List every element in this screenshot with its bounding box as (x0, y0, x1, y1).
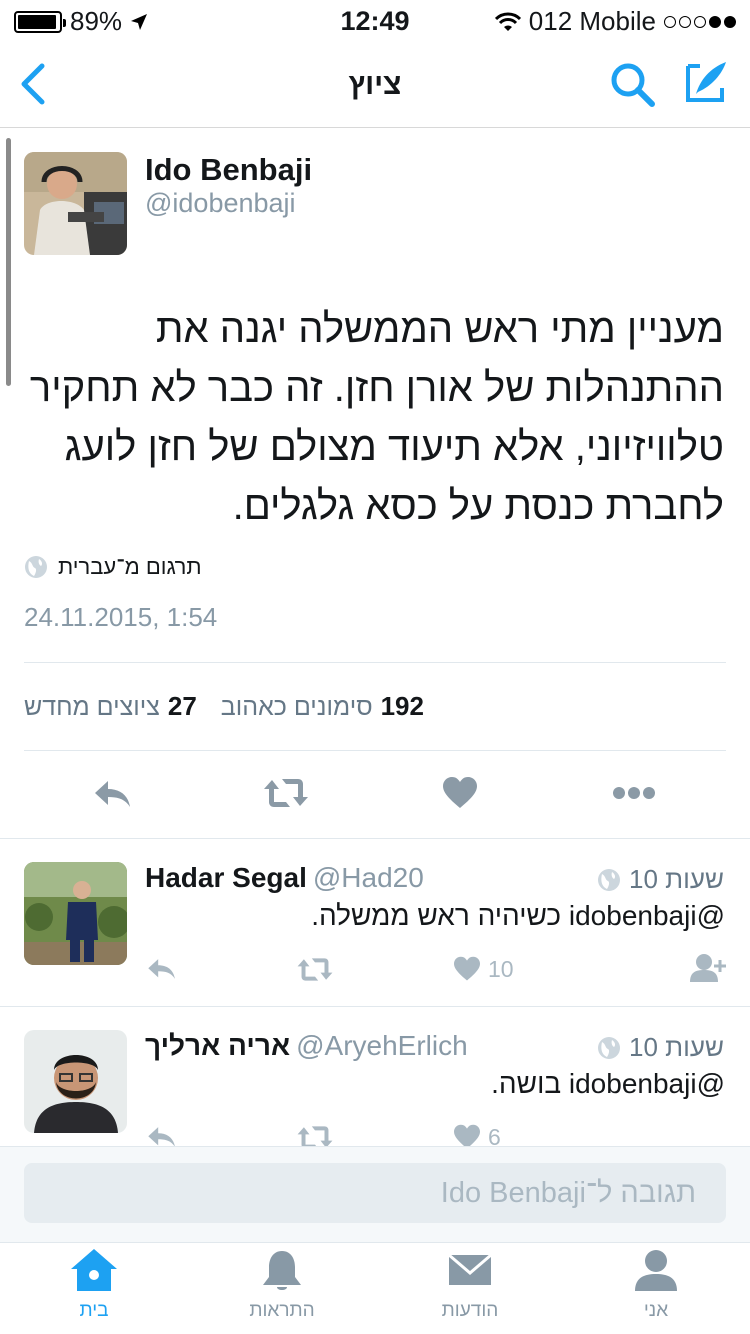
bell-icon (263, 1251, 301, 1290)
compose-tweet-icon[interactable] (682, 58, 730, 106)
scroll-indicator (6, 138, 11, 386)
reply-avatar[interactable] (24, 862, 127, 965)
wifi-icon (494, 12, 521, 31)
tweet-stats: 192 סימונים כאהוב 27 ציוצים מחדש (24, 691, 724, 722)
reply-body: בושה. (491, 1068, 562, 1099)
globe-icon (598, 868, 620, 891)
tab-messages-label: הודעות (441, 1300, 499, 1321)
reply-time: 10 שעות (597, 864, 724, 895)
tab-home[interactable]: בית (34, 1247, 154, 1322)
divider (0, 1006, 750, 1007)
likes-label[interactable]: סימונים כאהוב (221, 693, 373, 722)
likes-count[interactable]: 192 (381, 691, 424, 722)
like-heart-icon[interactable] (453, 956, 481, 982)
reply-avatar[interactable] (24, 1030, 127, 1133)
reply-text: @idobenbaji בושה. (145, 1068, 725, 1100)
tab-messages[interactable]: הודעות (410, 1247, 530, 1322)
reply-body: כשיהיה ראש ממשלה. (311, 900, 562, 931)
follow-user-icon[interactable] (688, 952, 726, 984)
nav-bar: ציוץ (0, 40, 750, 128)
status-bar: 89% 12:49 012 Mobile (0, 0, 750, 40)
tab-home-label: בית (79, 1300, 109, 1321)
globe-icon (25, 556, 47, 578)
divider (24, 750, 726, 751)
avatar[interactable] (24, 152, 127, 255)
reply-author-handle[interactable]: @AryehErlich (296, 1030, 468, 1061)
translate-link[interactable]: תרגום מ־עברית (24, 554, 202, 580)
retweets-count[interactable]: 27 (168, 691, 197, 722)
divider (24, 662, 726, 663)
reply-header: אריה ארליך @AryehErlich (145, 1030, 468, 1062)
person-icon (635, 1250, 677, 1291)
reply-header: Hadar Segal @Had20 (145, 862, 424, 894)
home-icon (71, 1249, 117, 1291)
tab-me-label: אני (643, 1300, 669, 1321)
tab-notifications[interactable]: התראות (222, 1247, 342, 1322)
reply-time-label: 10 שעות (629, 1032, 724, 1062)
mention-link[interactable]: @idobenbaji (569, 1068, 725, 1099)
retweet-icon[interactable] (262, 776, 310, 810)
reply-time-label: 10 שעות (629, 864, 724, 894)
tweet-text: מעניין מתי ראש הממשלה יגנה את ההתנהלות ש… (29, 307, 724, 528)
like-heart-icon[interactable] (442, 776, 478, 810)
reply-icon[interactable] (146, 956, 178, 982)
tab-me[interactable]: אני (596, 1247, 716, 1322)
divider (0, 838, 750, 839)
reply-input[interactable]: תגובה ל־Ido Benbaji (24, 1163, 726, 1223)
translate-label: תרגום מ־עברית (58, 554, 202, 579)
status-right: 012 Mobile (494, 6, 736, 37)
search-icon[interactable] (608, 60, 656, 108)
tab-notifications-label: התראות (249, 1300, 315, 1321)
signal-dots-icon (664, 15, 736, 28)
reply-author-name[interactable]: Hadar Segal (145, 862, 307, 893)
reply-icon[interactable] (92, 777, 134, 811)
reply-like-count: 10 (488, 956, 514, 982)
mention-link[interactable]: @idobenbaji (569, 900, 725, 931)
author-name[interactable]: Ido Benbaji (145, 152, 312, 188)
author-handle[interactable]: @idobenbaji (145, 188, 296, 219)
tab-bar: בית התראות הודעות אני (0, 1242, 750, 1334)
envelope-icon (448, 1253, 492, 1285)
reply-composer-bar: תגובה ל־Ido Benbaji (0, 1146, 750, 1242)
reply-author-handle[interactable]: @Had20 (313, 862, 424, 893)
reply-text: @idobenbaji כשיהיה ראש ממשלה. (145, 900, 725, 932)
retweets-label[interactable]: ציוצים מחדש (24, 693, 160, 722)
retweet-icon[interactable] (296, 956, 334, 983)
reply-time: 10 שעות (597, 1032, 724, 1063)
globe-icon (598, 1036, 620, 1059)
more-options-icon[interactable] (612, 786, 656, 800)
carrier-name: 012 Mobile (528, 6, 656, 36)
tweet-timestamp: 24.11.2015, 1:54 (24, 602, 218, 632)
reply-author-name[interactable]: אריה ארליך (145, 1030, 290, 1061)
